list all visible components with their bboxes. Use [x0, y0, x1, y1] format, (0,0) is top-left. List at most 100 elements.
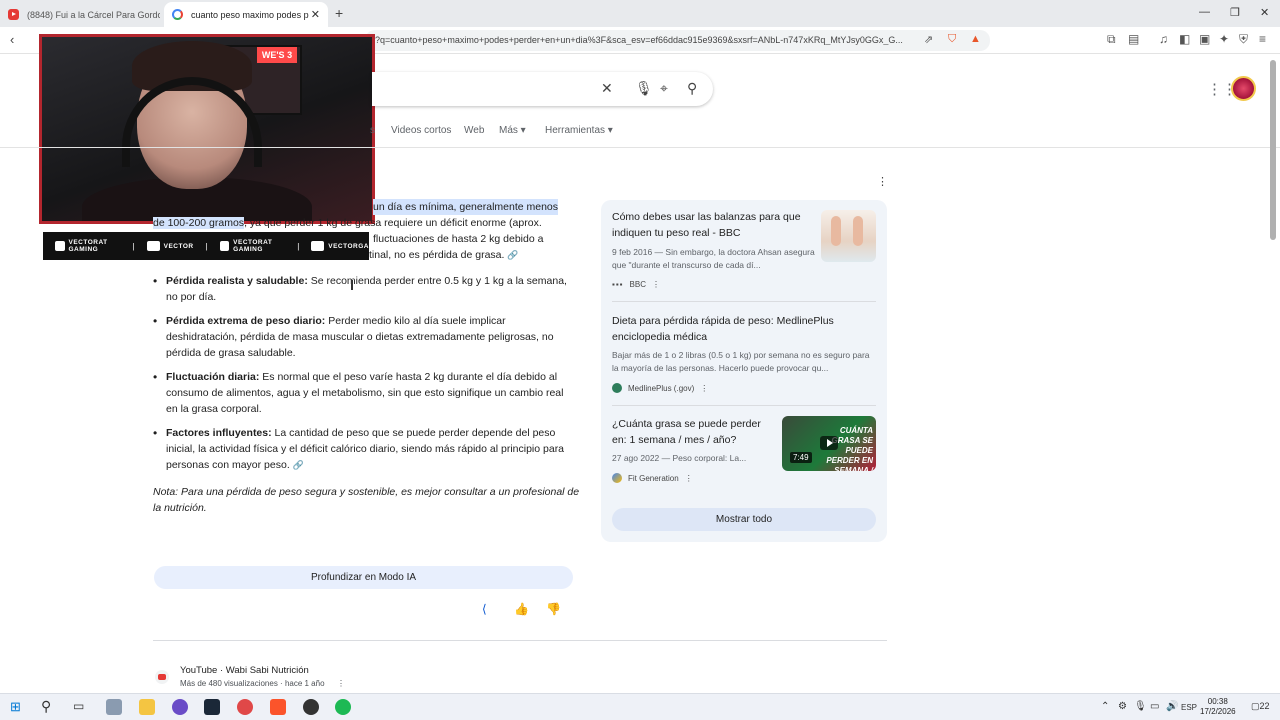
scrollbar[interactable]: [1270, 60, 1276, 240]
brave-shield-icon[interactable]: ⛉: [948, 33, 956, 46]
more-options-icon[interactable]: ⋮: [337, 679, 345, 688]
video-duration: 7:49: [790, 452, 812, 463]
close-tab-icon[interactable]: ✕: [311, 8, 320, 21]
source-label: MedlinePlus (.gov) ⋮: [612, 383, 708, 393]
source-title[interactable]: Cómo debes usar las balanzas para que in…: [612, 209, 817, 241]
share-icon[interactable]: ⇗: [924, 33, 933, 46]
microphone-icon[interactable]: 🎙: [1134, 701, 1147, 712]
tray-app-icon[interactable]: ⚙: [1118, 701, 1127, 712]
social-twitch: VECTOR: [146, 241, 194, 251]
instagram-icon: [311, 241, 325, 251]
tab-partial[interactable]: s: [370, 125, 375, 136]
search-icon[interactable]: ⚲: [41, 698, 51, 715]
network-icon[interactable]: ▭: [1150, 701, 1159, 712]
close-window-button[interactable]: ✕: [1260, 6, 1269, 19]
search-icon[interactable]: ⚲: [687, 80, 697, 97]
more-options-icon[interactable]: ⋮: [877, 175, 888, 188]
obs-icon[interactable]: [303, 699, 319, 715]
clock-date: 17/2/2026: [1200, 707, 1236, 716]
spotify-icon[interactable]: [335, 699, 351, 715]
deep-dive-ai-mode-button[interactable]: Profundizar en Modo IA: [154, 566, 573, 589]
vpn-icon[interactable]: ⛨: [1239, 32, 1248, 47]
social-youtube: VECTORAT GAMING: [55, 239, 121, 253]
source-label: Fit Generation ⋮: [612, 473, 693, 483]
language-indicator[interactable]: ESP: [1181, 703, 1197, 712]
source-title[interactable]: Dieta para pérdida rápida de peso: Medli…: [612, 313, 872, 345]
sources-panel: Cómo debes usar las balanzas para que in…: [601, 200, 887, 542]
notifications-icon[interactable]: ▢22: [1251, 701, 1270, 712]
search-input[interactable]: ✕ 🎙 ⌖ ⚲: [372, 72, 713, 106]
text-cursor: [351, 280, 353, 290]
source-title[interactable]: ¿Cuánta grasa se puede perder en: 1 sema…: [612, 416, 774, 448]
card-divider: [612, 301, 876, 302]
clock-time: 00:38: [1207, 697, 1228, 706]
social-bar: VECTORAT GAMING | VECTOR | VECTORAT GAMI…: [43, 232, 369, 260]
source-snippet: Bajar más de 1 o 2 libras (0.5 o 1 kg) p…: [612, 350, 870, 373]
brave-rewards-icon[interactable]: ▲: [970, 33, 981, 45]
steam-icon[interactable]: [204, 699, 220, 715]
show-all-button[interactable]: Mostrar todo: [612, 508, 876, 531]
volume-icon[interactable]: 🔊: [1166, 701, 1178, 712]
result-source: YouTube · Wabi Sabi Nutrición: [180, 665, 309, 676]
google-icon: [172, 9, 183, 20]
source-label: ▪▪▪ BBC ⋮: [612, 280, 660, 289]
source-thumbnail[interactable]: [821, 210, 876, 262]
new-tab-button[interactable]: +: [335, 5, 343, 21]
app-icon[interactable]: [237, 699, 253, 715]
brave-icon[interactable]: [270, 699, 286, 715]
avatar[interactable]: [1231, 76, 1256, 101]
lens-icon[interactable]: ⌖: [660, 80, 668, 97]
app-icon[interactable]: [172, 699, 188, 715]
youtube-icon: [8, 9, 19, 20]
tab-mas[interactable]: Más ▾: [499, 125, 526, 136]
reader-icon[interactable]: ▤: [1128, 32, 1139, 46]
task-view-icon[interactable]: ▭: [73, 699, 84, 713]
link-icon[interactable]: 🔗: [293, 460, 304, 470]
tab-herramientas[interactable]: Herramientas ▾: [545, 125, 613, 136]
file-explorer-icon[interactable]: [139, 699, 155, 715]
list-item: • Factores influyentes: La cantidad de p…: [153, 426, 565, 471]
media-icon[interactable]: ♫: [1159, 32, 1168, 46]
tray-chevron-icon[interactable]: ⌃: [1101, 701, 1109, 712]
minimize-button[interactable]: —: [1199, 6, 1210, 18]
ai-text: , ya que perder 1 kg de grasa requiere u…: [244, 217, 542, 229]
tab-youtube[interactable]: (8848) Fui a la Cárcel Para Gordos - Y: [0, 2, 160, 27]
more-options-icon[interactable]: ⋮: [652, 280, 660, 289]
bbc-icon: ▪▪▪: [612, 280, 624, 289]
source-snippet: 27 ago 2022 — Peso corporal: La...: [612, 453, 747, 463]
cam-neon-sign: WE'S 3: [257, 47, 297, 63]
thumbs-up-icon[interactable]: 👍: [514, 602, 529, 616]
medlineplus-icon: [612, 383, 622, 393]
video-thumbnail[interactable]: CUÁNTA GRASA SE PUEDE PERDER EN SEMANA /…: [782, 416, 876, 471]
windows-start-icon[interactable]: ⊞: [10, 699, 21, 715]
clear-icon[interactable]: ✕: [601, 80, 613, 97]
restore-button[interactable]: ❐: [1230, 6, 1240, 19]
menu-icon[interactable]: ≡: [1259, 32, 1266, 46]
header-divider: [0, 147, 1280, 148]
fit-generation-icon: [612, 473, 622, 483]
play-icon[interactable]: [820, 436, 838, 450]
app-icon[interactable]: [106, 699, 122, 715]
wallet-icon[interactable]: ▣: [1199, 32, 1210, 46]
leo-ai-icon[interactable]: ✦: [1219, 32, 1229, 46]
microphone-icon[interactable]: 🎙: [635, 80, 653, 97]
link-icon[interactable]: 🔗: [507, 250, 518, 260]
tab-videos-cortos[interactable]: Videos cortos: [391, 125, 451, 136]
result-meta: Más de 480 visualizaciones · hace 1 año: [180, 679, 325, 688]
sidebar-icon[interactable]: ◧: [1179, 32, 1190, 46]
more-options-icon[interactable]: ⋮: [685, 474, 693, 483]
share-icon[interactable]: ⟨: [482, 602, 487, 616]
tab-web[interactable]: Web: [464, 125, 484, 136]
list-item: • Fluctuación diaria: Es normal que el p…: [153, 370, 564, 415]
back-icon[interactable]: ‹: [10, 32, 14, 47]
list-item: • Pérdida extrema de peso diario: Perder…: [153, 314, 554, 359]
social-instagram: VECTORGA: [311, 241, 369, 251]
extensions-icon[interactable]: ⧉: [1107, 32, 1116, 47]
url-text: ?q=cuanto+peso+maximo+podes+perder+en+un…: [375, 35, 903, 45]
more-options-icon[interactable]: ⋮: [700, 384, 708, 393]
tab-google-search[interactable]: cuanto peso maximo podes perder ✕: [164, 2, 328, 27]
thumbs-down-icon[interactable]: 👎: [546, 602, 561, 616]
address-bar[interactable]: ?q=cuanto+peso+maximo+podes+perder+en+un…: [365, 30, 990, 51]
clock[interactable]: 00:38 17/2/2026: [1200, 697, 1236, 717]
twitch-icon: [146, 241, 160, 251]
